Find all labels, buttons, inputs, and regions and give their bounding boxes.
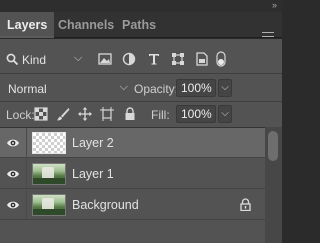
layer-name[interactable]: Layer 2 (72, 136, 114, 150)
lock-image-pixels-icon[interactable] (56, 107, 70, 121)
pixel-filter-icon[interactable] (97, 51, 113, 67)
layer-thumbnail (32, 163, 66, 185)
scrollbar-thumb[interactable] (268, 131, 278, 161)
panel-tab-bar: Layers Channels Paths (0, 12, 282, 41)
lock-transparent-pixels-icon[interactable] (34, 107, 48, 121)
fill-label: Fill: (151, 108, 170, 122)
lock-all-icon[interactable] (123, 107, 137, 121)
layer-name[interactable]: Layer 1 (72, 167, 114, 181)
row-divider (26, 128, 27, 158)
layer-row-background[interactable]: Background (0, 190, 265, 220)
layer-row-layer-2[interactable]: Layer 2 (0, 128, 265, 158)
fill-input[interactable]: 100% (176, 105, 216, 123)
shape-filter-icon[interactable] (170, 51, 186, 67)
tab-paths[interactable]: Paths (115, 12, 163, 38)
row-divider (26, 159, 27, 189)
layer-name[interactable]: Background (72, 198, 139, 212)
panel-top-strip (0, 0, 282, 12)
collapse-panels-icon[interactable]: » (272, 0, 277, 12)
layer-thumbnail (32, 194, 66, 216)
search-icon (6, 53, 19, 69)
blend-mode-select[interactable]: Normal ⌵ (6, 79, 130, 99)
opacity-slider-toggle[interactable]: ⌵ (218, 79, 232, 97)
divider (0, 73, 282, 74)
lock-artboard-icon[interactable] (100, 107, 114, 121)
filter-toggle-icon[interactable] (216, 51, 232, 67)
tab-channels[interactable]: Channels (51, 12, 121, 38)
fill-slider-toggle[interactable]: ⌵ (218, 105, 232, 123)
layers-scrollbar[interactable] (265, 127, 282, 243)
tab-layers[interactable]: Layers (0, 12, 55, 38)
blend-mode-value: Normal (8, 82, 47, 96)
filter-kind-select[interactable]: Kind ⌵ (6, 50, 86, 70)
smart-object-filter-icon[interactable] (194, 51, 210, 67)
visibility-eye-icon[interactable] (6, 199, 20, 211)
row-divider (26, 190, 27, 220)
filter-kind-label: Kind (22, 53, 47, 67)
layer-row-layer-1[interactable]: Layer 1 (0, 159, 265, 189)
chevron-down-icon: ⌵ (119, 81, 128, 93)
lock-position-icon[interactable] (78, 107, 92, 121)
type-filter-icon[interactable] (146, 51, 162, 67)
lock-label: Lock: (6, 108, 35, 122)
visibility-eye-icon[interactable] (6, 137, 20, 149)
lock-icon[interactable] (240, 198, 251, 214)
opacity-label: Opacity: (134, 82, 179, 96)
opacity-input[interactable]: 100% (176, 79, 216, 97)
layer-thumbnail (32, 132, 66, 154)
divider (0, 101, 282, 102)
visibility-eye-icon[interactable] (6, 168, 20, 180)
chevron-down-icon: ⌵ (74, 52, 83, 64)
adjustment-filter-icon[interactable] (121, 51, 137, 67)
